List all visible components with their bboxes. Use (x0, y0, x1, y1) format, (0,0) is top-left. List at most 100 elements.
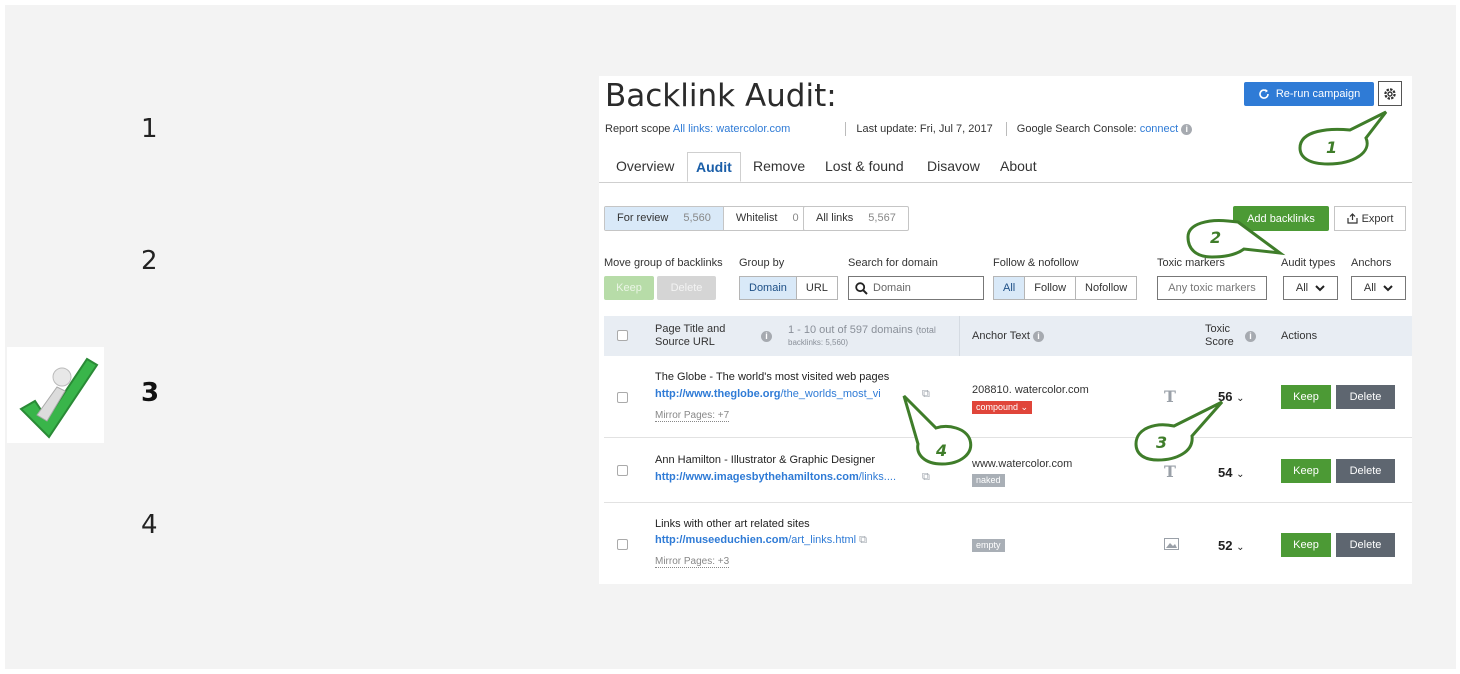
row-toxic-score[interactable]: 54 ⌄ (1218, 465, 1244, 480)
tab-lost-found[interactable]: Lost & found (825, 158, 904, 174)
row-mirror-pages[interactable]: Mirror Pages: +7 (655, 410, 730, 422)
tab-about[interactable]: About (1000, 158, 1037, 174)
delete-button[interactable]: Delete (1336, 385, 1395, 409)
rerun-label: Re-run campaign (1275, 88, 1361, 100)
row-url-path: /links.... (858, 471, 897, 483)
col-anchor-text: Anchor Text i (972, 330, 1044, 342)
whitelist-label: Whitelist (735, 212, 778, 224)
delete-button[interactable]: Delete (1336, 459, 1395, 483)
tab-remove[interactable]: Remove (753, 158, 805, 174)
table-row: The Globe - The world's most visited web… (604, 357, 1412, 438)
anchor-type-tag: naked (972, 474, 1005, 487)
for-review-count: 5,560 (683, 212, 711, 224)
all-links-count: 5,567 (868, 212, 896, 224)
domain-count-text: 1 - 10 out of 597 domains (788, 324, 913, 336)
group-domain-option[interactable]: Domain (740, 277, 797, 299)
divider (1005, 122, 1007, 136)
info-icon[interactable]: i (761, 331, 772, 342)
external-link-icon[interactable]: ⧉ (859, 534, 867, 546)
row-toxic-score[interactable]: 56 ⌄ (1218, 389, 1244, 404)
info-icon[interactable]: i (1245, 331, 1256, 342)
toxic-markers-label: Toxic markers (1157, 257, 1225, 269)
export-label: Export (1361, 212, 1394, 225)
info-icon[interactable]: i (1181, 123, 1193, 135)
whitelist-count: 0 (792, 212, 799, 224)
gsc-connect-link[interactable]: connect (1140, 123, 1179, 135)
bulk-keep-button[interactable]: Keep (604, 276, 654, 300)
divider (845, 122, 847, 136)
anchor-tag-label: compound (976, 402, 1019, 412)
group-url-option[interactable]: URL (797, 277, 837, 299)
row-page-title: Ann Hamilton - Illustrator & Graphic Des… (655, 454, 876, 466)
chevron-down-icon: ⌄ (1236, 542, 1245, 553)
row-page-title: Links with other art related sites (655, 518, 810, 530)
gear-icon (1384, 87, 1396, 100)
toxic-score-value: 56 (1218, 389, 1233, 404)
col-page-title-line2: Source URL (655, 336, 715, 348)
external-link-icon[interactable]: ⧉ (922, 388, 930, 401)
audit-types-dropdown[interactable]: All (1283, 276, 1338, 300)
rerun-campaign-button[interactable]: Re-run campaign (1244, 82, 1374, 106)
image-link-type-icon (1164, 538, 1179, 553)
step-1-number[interactable]: 1 (141, 114, 158, 144)
chevron-down-icon: ⌄ (1236, 469, 1245, 480)
domain-count-total: (total (915, 325, 936, 335)
chevron-down-icon: ⌄ (1236, 393, 1245, 404)
col-actions: Actions (1281, 330, 1318, 342)
text-link-type-icon: T (1164, 462, 1176, 481)
chevron-down-icon (1383, 284, 1393, 291)
add-backlinks-button[interactable]: Add backlinks (1233, 206, 1329, 231)
row-toxic-score[interactable]: 52 ⌄ (1218, 538, 1244, 553)
row-anchor-text: 208810. watercolor.com (972, 384, 1089, 396)
report-scope-link[interactable]: All links: watercolor.com (673, 123, 790, 135)
row-checkbox[interactable] (617, 392, 628, 403)
keep-button[interactable]: Keep (1281, 459, 1331, 483)
toxic-markers-dropdown[interactable]: Any toxic markers (1157, 276, 1267, 300)
row-url-path: /the_worlds_most_vi (780, 388, 881, 400)
follow-follow-option[interactable]: Follow (1025, 277, 1077, 299)
whitelist-button[interactable]: Whitelist 0 (722, 207, 811, 230)
row-source-url[interactable]: http://museeduchien.com/art_links.html ⧉ (655, 534, 867, 547)
anchors-dropdown[interactable]: All (1351, 276, 1406, 300)
report-info-bar: Report scope All links: watercolor.com L… (605, 122, 1193, 136)
anchor-type-tag[interactable]: compound ⌄ (972, 401, 1033, 414)
external-link-icon[interactable]: ⧉ (922, 471, 930, 484)
domain-count-backlinks: backlinks: 5,560) (788, 338, 849, 347)
row-url-domain: http://museeduchien.com (655, 534, 789, 546)
table-row: Ann Hamilton - Illustrator & Graphic Des… (604, 438, 1412, 503)
info-icon[interactable]: i (1032, 330, 1044, 342)
bulk-delete-button[interactable]: Delete (657, 276, 716, 300)
all-links-label: All links (816, 212, 854, 224)
follow-label: Follow & nofollow (993, 257, 1079, 269)
row-source-url[interactable]: http://www.theglobe.org/the_worlds_most_… (655, 388, 881, 400)
step-4-number[interactable]: 4 (141, 510, 158, 540)
for-review-button[interactable]: For review 5,560 (605, 207, 723, 230)
follow-all-option[interactable]: All (994, 277, 1026, 299)
settings-gear-button[interactable] (1378, 81, 1402, 106)
row-url-domain: http://www.theglobe.org (655, 388, 781, 400)
delete-button[interactable]: Delete (1336, 533, 1395, 557)
for-review-label: For review (617, 212, 669, 224)
step-2-number[interactable]: 2 (141, 246, 158, 276)
anchor-type-tag: empty (972, 539, 1005, 552)
row-checkbox[interactable] (617, 539, 628, 550)
follow-nofollow-option[interactable]: Nofollow (1076, 277, 1136, 299)
page-title: Backlink Audit: (605, 78, 837, 114)
row-url-path: /art_links.html (788, 534, 857, 546)
keep-button[interactable]: Keep (1281, 533, 1331, 557)
tab-audit[interactable]: Audit (687, 152, 741, 182)
all-links-button[interactable]: All links 5,567 (803, 206, 909, 231)
row-mirror-pages[interactable]: Mirror Pages: +3 (655, 556, 730, 568)
export-button[interactable]: Export (1334, 206, 1406, 231)
follow-toggle: All Follow Nofollow (993, 276, 1138, 300)
select-all-checkbox[interactable] (617, 330, 628, 341)
tab-disavow[interactable]: Disavow (927, 158, 980, 174)
row-checkbox[interactable] (617, 465, 628, 476)
search-domain-input[interactable]: Domain (848, 276, 984, 300)
search-icon (855, 281, 868, 295)
tab-overview[interactable]: Overview (616, 158, 674, 174)
row-source-url[interactable]: http://www.imagesbythehamiltons.com/link… (655, 471, 896, 483)
step-3-number[interactable]: 3 (141, 378, 159, 408)
anchors-label: Anchors (1351, 257, 1392, 269)
keep-button[interactable]: Keep (1281, 385, 1331, 409)
